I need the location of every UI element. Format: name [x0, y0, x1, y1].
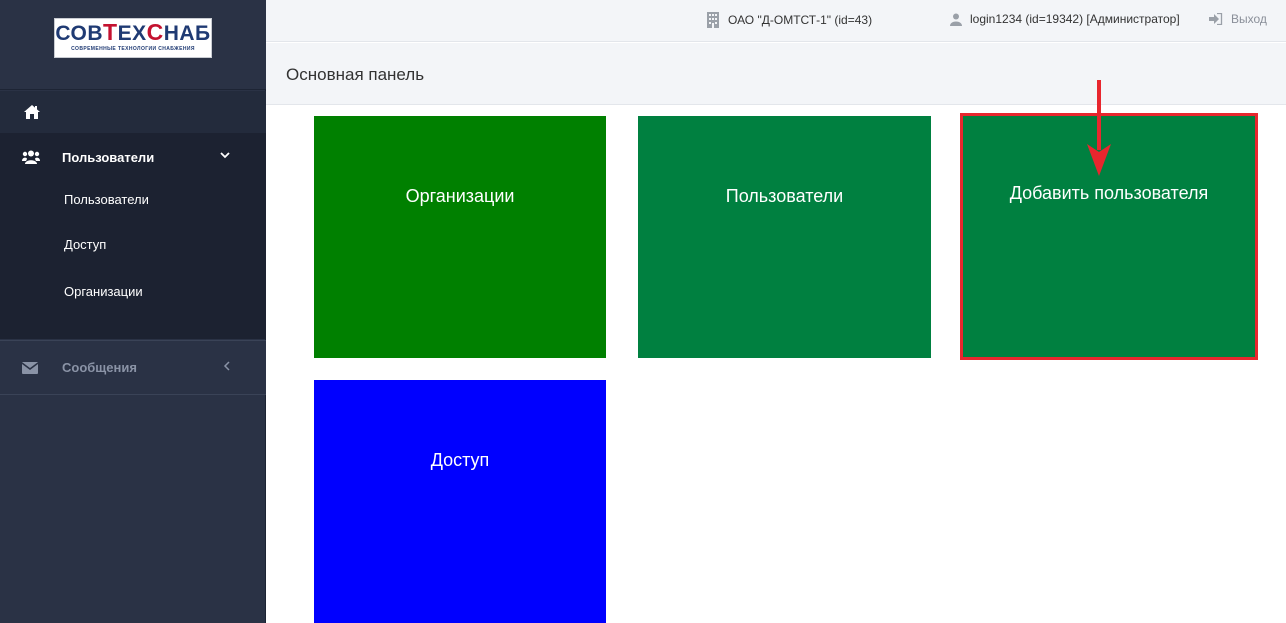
logo-wordmark: СОВТЕХСНАБ [55, 19, 211, 45]
sidebar-subitem-access[interactable]: Доступ [0, 221, 266, 268]
tile-label: Добавить пользователя [1009, 183, 1209, 203]
envelope-icon [22, 361, 38, 374]
sidebar-item-messages[interactable]: Сообщения [0, 340, 266, 395]
sidebar-item-users[interactable]: Пользователи [0, 133, 266, 181]
sidebar-subitem-organizations[interactable]: Организации [0, 268, 266, 315]
tile-access[interactable]: Доступ [314, 380, 606, 623]
sidebar-subitem-users[interactable]: Пользователи [0, 177, 266, 221]
logout-label: Выход [1231, 12, 1267, 26]
sign-out-icon [1209, 13, 1223, 25]
tile-label: Пользователи [725, 186, 844, 206]
logo[interactable]: СОВТЕХСНАБ СОВРЕМЕННЫЕ ТЕХНОЛОГИИ СНАБЖЕ… [54, 17, 212, 58]
tile-label: Организации [405, 186, 515, 206]
chevron-down-icon [220, 152, 230, 159]
arrow-down-icon [1087, 80, 1111, 176]
users-icon [22, 150, 40, 164]
tile-organizations[interactable]: Организации [314, 116, 606, 358]
sidebar-item-label: Сообщения [62, 360, 137, 375]
chevron-left-icon [223, 361, 230, 371]
logo-tagline: СОВРЕМЕННЫЕ ТЕХНОЛОГИИ СНАБЖЕНИЯ [71, 46, 195, 52]
tile-label: Доступ [430, 450, 490, 470]
top-bar: ОАО "Д-ОМТСТ-1" (id=43) login1234 (id=19… [266, 0, 1286, 42]
building-icon [707, 12, 719, 28]
logout-button[interactable]: Выход [1208, 12, 1267, 26]
organization-info[interactable]: ОАО "Д-ОМТСТ-1" (id=43) [706, 12, 872, 28]
home-icon [24, 105, 40, 119]
page-header: Основная панель [266, 43, 1286, 105]
organization-label: ОАО "Д-ОМТСТ-1" (id=43) [728, 13, 873, 27]
user-label: login1234 (id=19342) [Администратор] [970, 12, 1180, 26]
sidebar: СОВТЕХСНАБ СОВРЕМЕННЫЕ ТЕХНОЛОГИИ СНАБЖЕ… [0, 0, 266, 623]
user-info[interactable]: login1234 (id=19342) [Администратор] [950, 12, 1180, 26]
logo-area: СОВТЕХСНАБ СОВРЕМЕННЫЕ ТЕХНОЛОГИИ СНАБЖЕ… [0, 0, 266, 90]
sidebar-group-users: Пользователи Пользователи Доступ Организ… [0, 133, 266, 339]
user-icon [950, 13, 962, 26]
tile-users[interactable]: Пользователи [638, 116, 931, 358]
sidebar-item-home[interactable] [0, 91, 266, 133]
page-title: Основная панель [286, 65, 425, 84]
sidebar-group-label: Пользователи [62, 149, 155, 165]
